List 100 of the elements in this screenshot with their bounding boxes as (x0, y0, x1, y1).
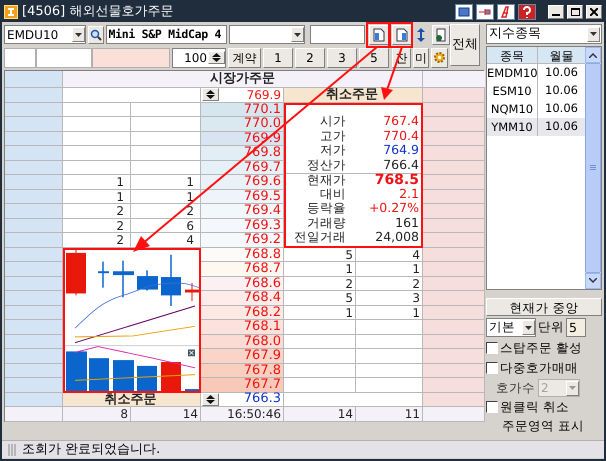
quantity-cell[interactable] (131, 132, 201, 146)
quantity-cell[interactable]: 2 (356, 276, 423, 291)
price-cell[interactable]: 769.6 (201, 175, 284, 190)
quantity-cell[interactable]: 1 (63, 175, 131, 190)
quantity-cell[interactable] (131, 102, 201, 117)
symbol-name-field: Mini S&P MidCap 4 (106, 25, 227, 44)
price-cell[interactable]: 768.1 (201, 320, 284, 334)
quantity-cell[interactable] (284, 378, 356, 392)
quantity-cell[interactable] (131, 160, 201, 175)
checkbox[interactable] (486, 362, 498, 374)
quantity-cell[interactable]: 2 (63, 204, 131, 218)
quantity-button[interactable]: 3 (327, 48, 357, 68)
pin-icon[interactable] (476, 4, 494, 20)
caret-icon (294, 32, 301, 36)
cancel-order-footer[interactable]: 취소주문 (63, 392, 201, 407)
close-icon[interactable] (188, 348, 195, 356)
total-cell: 14 (284, 407, 356, 422)
price-cell[interactable]: 768.8 (201, 248, 284, 262)
quantity-cell[interactable] (356, 364, 423, 378)
close-icon[interactable] (586, 5, 602, 19)
checkbox[interactable] (486, 342, 498, 354)
price-cell[interactable]: 768.6 (201, 276, 284, 291)
quantity-cell[interactable]: 4 (356, 248, 423, 262)
all-button[interactable]: 전체 (450, 24, 480, 66)
symbol-row[interactable]: YMM10 10.06 (487, 118, 585, 136)
quantity-cell[interactable]: 5 (284, 291, 356, 306)
quantity-cell[interactable] (284, 349, 356, 364)
quantity-cell[interactable] (63, 160, 131, 175)
quantity-cell[interactable]: 1 (356, 262, 423, 276)
spin-button[interactable] (208, 51, 225, 64)
quantity-cell[interactable] (63, 146, 131, 160)
account-combo[interactable] (228, 25, 305, 44)
quantity-cell[interactable] (63, 102, 131, 117)
cancel-order-header[interactable]: 취소주문 (284, 88, 423, 102)
spin-button[interactable] (202, 392, 219, 406)
window-icon[interactable] (455, 4, 473, 20)
quantity-cell[interactable]: 2 (63, 218, 131, 233)
quantity-cell[interactable]: 1 (284, 262, 356, 276)
quantity-cell[interactable]: 1 (131, 175, 201, 190)
quantity-cell[interactable]: 1 (131, 190, 201, 204)
quantity-cell[interactable]: 2 (131, 204, 201, 218)
font-icon[interactable] (497, 4, 515, 20)
unit-field[interactable]: 5 (566, 318, 586, 338)
price-cell[interactable]: 768.2 (201, 306, 284, 320)
quantity-cell[interactable] (131, 117, 201, 132)
price-cell[interactable]: 769.3 (201, 218, 284, 233)
dropdown-button[interactable] (522, 320, 535, 336)
spin-button[interactable] (202, 88, 219, 102)
quantity-cell[interactable] (356, 334, 423, 349)
quantity-cell[interactable] (63, 132, 131, 146)
symbol-combo[interactable]: EMDU10 (4, 25, 86, 44)
category-combo[interactable]: 지수종목 (486, 24, 602, 44)
checkbox[interactable] (486, 401, 498, 414)
text-field[interactable] (4, 48, 36, 68)
grip-icon (590, 165, 596, 170)
quantity-cell[interactable] (63, 117, 131, 132)
dropdown-button[interactable] (587, 26, 600, 42)
scrollbar[interactable] (585, 47, 601, 289)
quantity-cell[interactable] (131, 146, 201, 160)
quantity-cell[interactable] (284, 364, 356, 378)
quantity-cell[interactable] (356, 349, 423, 364)
quantity-cell[interactable]: 5 (284, 248, 356, 262)
text-field[interactable] (92, 48, 170, 68)
price-cell[interactable]: 769.2 (201, 233, 284, 248)
text-field[interactable] (310, 25, 366, 44)
quantity-cell[interactable]: 1 (284, 306, 356, 320)
quantity-cell[interactable]: 2 (284, 276, 356, 291)
mode-combo[interactable]: 기본 (486, 318, 536, 338)
maximize-icon[interactable] (567, 5, 583, 19)
quantity-button[interactable]: 1 (263, 48, 293, 68)
dropdown-button[interactable] (290, 27, 304, 42)
search-icon[interactable] (88, 26, 104, 44)
dropdown-button[interactable] (72, 27, 85, 42)
quantity-cell[interactable] (284, 320, 356, 334)
price-cell[interactable]: 768.4 (201, 291, 284, 306)
quantity-cell[interactable]: 1 (356, 306, 423, 320)
layout-right-icon[interactable] (392, 24, 412, 44)
center-price-button[interactable]: 현재가 중앙 (486, 298, 602, 316)
layout-left-icon[interactable] (369, 24, 390, 44)
pending-button[interactable]: 미 (413, 48, 429, 68)
gear-icon[interactable] (431, 48, 448, 68)
quantity-cell[interactable]: 1 (63, 190, 131, 204)
quantity-cell[interactable] (284, 334, 356, 349)
price-cell[interactable]: 768.7 (201, 262, 284, 276)
price-cell[interactable]: 770.0 (201, 117, 284, 132)
help-icon[interactable] (518, 4, 536, 20)
document-icon[interactable] (432, 24, 450, 44)
quantity-field[interactable]: 100 (172, 48, 226, 68)
unit-button[interactable]: 계약 (228, 48, 261, 68)
text-field[interactable] (36, 48, 92, 68)
empty-cell (5, 248, 63, 262)
minimize-icon[interactable] (548, 5, 564, 19)
price-cell[interactable]: 769.4 (201, 204, 284, 218)
quantity-cell[interactable]: 3 (356, 291, 423, 306)
price-cell[interactable]: 769.5 (201, 190, 284, 204)
quantity-cell[interactable] (356, 320, 423, 334)
quantity-cell[interactable]: 2 (63, 233, 131, 248)
quantity-cell[interactable] (356, 378, 423, 392)
quantity-button[interactable]: 2 (295, 48, 325, 68)
volume-bar (137, 365, 157, 390)
